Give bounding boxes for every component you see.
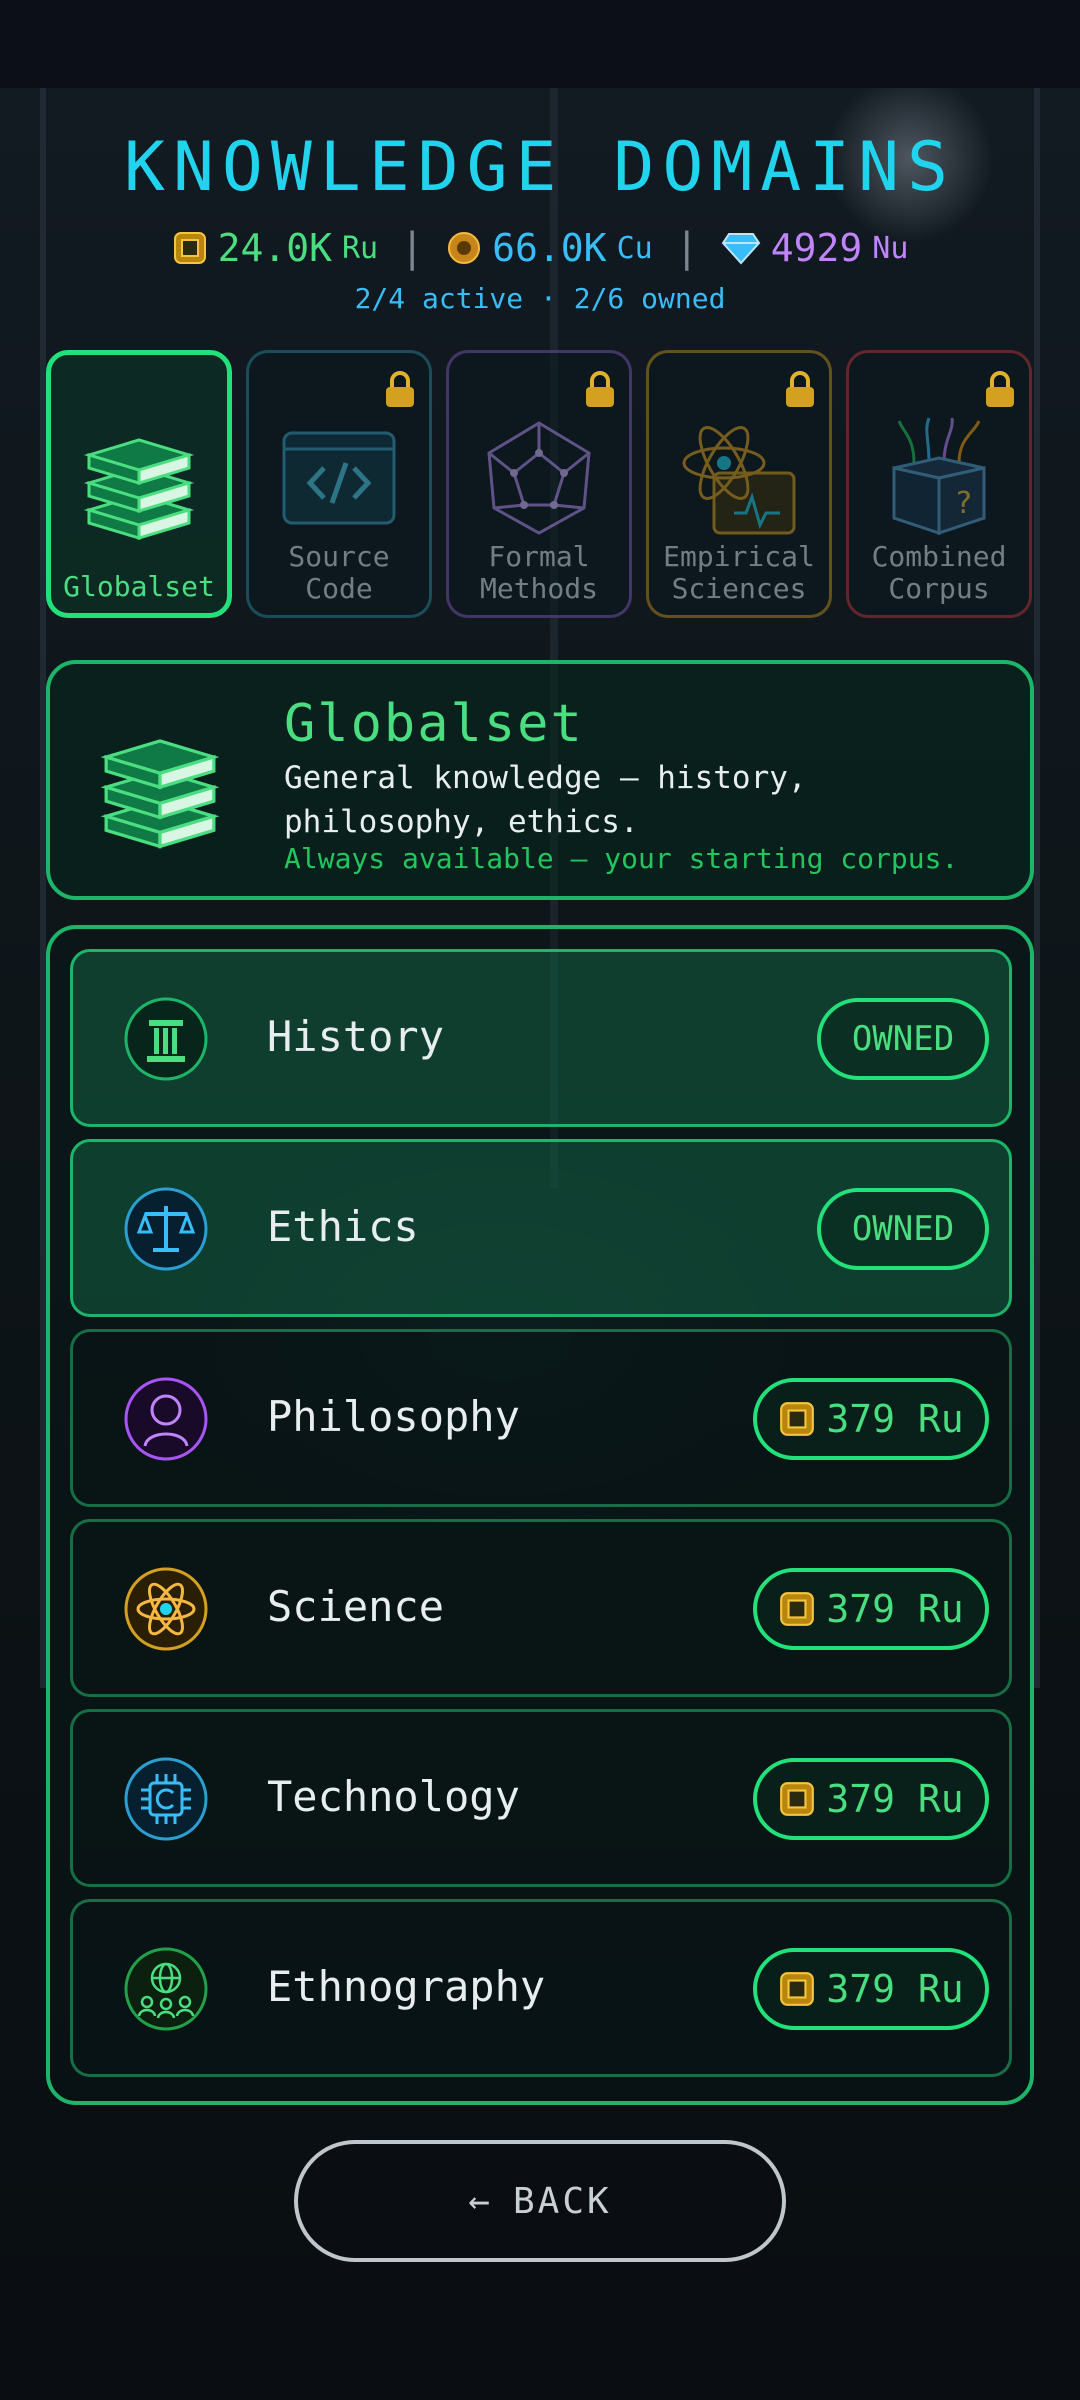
list-item-technology[interactable]: Technology 379 Ru	[70, 1709, 1012, 1887]
buy-button[interactable]: 379 Ru	[753, 1378, 989, 1460]
code-window-icon	[282, 431, 396, 525]
currency-amount: 66.0K	[492, 226, 607, 270]
globe-people-icon	[124, 1947, 208, 2031]
buy-button[interactable]: 379 Ru	[753, 1758, 989, 1840]
back-arrow-icon: ←	[468, 2180, 493, 2222]
subject-label: Science	[267, 1582, 445, 1631]
domain-title: Globalset	[284, 694, 584, 754]
chip-coin-icon	[780, 1592, 815, 1626]
tab-label: Source Code	[288, 540, 390, 605]
atom-icon	[124, 1567, 208, 1651]
buy-button[interactable]: 379 Ru	[753, 1948, 989, 2030]
currency-ru: 24.0K Ru	[172, 226, 379, 270]
domain-info-card: Globalset General knowledge — history, p…	[46, 660, 1034, 900]
tab-combined-corpus[interactable]: ? Combined Corpus	[846, 350, 1032, 618]
price-label: 379 Ru	[826, 1587, 964, 1631]
currency-amount: 24.0K	[217, 226, 332, 270]
tab-formal-methods[interactable]: Formal Methods	[446, 350, 632, 618]
subject-list: History OWNED Ethics OWNED Philosophy 37…	[46, 925, 1034, 2105]
price-label: 379 Ru	[826, 1397, 964, 1441]
tab-empirical-sciences[interactable]: Empirical Sciences	[646, 350, 832, 618]
domain-note: Always available — your starting corpus.	[284, 842, 959, 875]
lock-icon	[986, 371, 1014, 407]
currency-separator: |	[674, 225, 699, 271]
chip-coin-icon	[780, 1402, 815, 1436]
svg-text:?: ?	[956, 486, 972, 521]
subject-label: Technology	[267, 1772, 520, 1821]
column-icon	[124, 997, 208, 1081]
scales-icon	[124, 1187, 208, 1271]
subject-label: History	[267, 1012, 445, 1061]
currency-unit: Ru	[341, 230, 379, 266]
books-icon	[83, 438, 195, 541]
status-bar	[0, 0, 1080, 88]
mystery-box-icon: ?	[892, 417, 986, 536]
tab-label: Formal Methods	[479, 540, 598, 605]
diamond-icon	[721, 233, 761, 265]
chip-coin-icon	[173, 232, 206, 264]
currency-unit: Nu	[872, 230, 909, 266]
back-button[interactable]: ← BACK	[294, 2140, 786, 2262]
list-item-science[interactable]: Science 379 Ru	[70, 1519, 1012, 1697]
copper-coin-icon	[448, 232, 481, 264]
list-item-philosophy[interactable]: Philosophy 379 Ru	[70, 1329, 1012, 1507]
polyhedron-icon	[487, 421, 591, 535]
lock-icon	[586, 371, 614, 407]
lock-icon	[786, 371, 814, 407]
books-icon	[100, 739, 220, 849]
chip-coin-icon	[780, 1782, 815, 1816]
subject-label: Ethnography	[267, 1962, 546, 2011]
tab-label: Globalset	[63, 570, 215, 603]
subject-label: Philosophy	[267, 1392, 520, 1441]
currency-separator: |	[400, 225, 425, 271]
currency-cu: 66.0K Cu	[446, 226, 653, 270]
lock-icon	[386, 371, 414, 407]
chip-coin-icon	[780, 1972, 815, 2006]
currency-unit: Cu	[616, 230, 653, 266]
atom-icon	[682, 426, 796, 535]
tab-globalset[interactable]: Globalset	[46, 350, 232, 618]
domain-tabs: Globalset Source Code Formal Methods Emp…	[46, 350, 1034, 618]
subject-label: Ethics	[267, 1202, 419, 1251]
page-title: KNOWLEDGE DOMAINS	[124, 128, 956, 207]
domain-description: General knowledge — history, philosophy,…	[284, 760, 807, 840]
currency-amount: 4929	[770, 226, 863, 270]
owned-badge: OWNED	[817, 1188, 989, 1270]
price-label: 379 Ru	[826, 1777, 964, 1821]
tab-source-code[interactable]: Source Code	[246, 350, 432, 618]
owned-badge: OWNED	[817, 998, 989, 1080]
list-item-ethnography[interactable]: Ethnography 379 Ru	[70, 1899, 1012, 2077]
list-item-ethics[interactable]: Ethics OWNED	[70, 1139, 1012, 1317]
buy-button[interactable]: 379 Ru	[753, 1568, 989, 1650]
list-item-history[interactable]: History OWNED	[70, 949, 1012, 1127]
back-label: BACK	[512, 2180, 612, 2222]
ownership-status: 2/4 active · 2/6 owned	[354, 282, 726, 315]
price-label: 379 Ru	[826, 1967, 964, 2011]
chip-icon	[124, 1757, 208, 1841]
tab-label: Combined Corpus	[871, 540, 1007, 605]
tab-label: Empirical Sciences	[663, 540, 815, 605]
currency-bar: 24.0K Ru | 66.0K Cu | 4929 Nu	[0, 225, 1080, 271]
currency-nu: 4929 Nu	[721, 226, 909, 270]
thinker-head-icon	[124, 1377, 208, 1461]
